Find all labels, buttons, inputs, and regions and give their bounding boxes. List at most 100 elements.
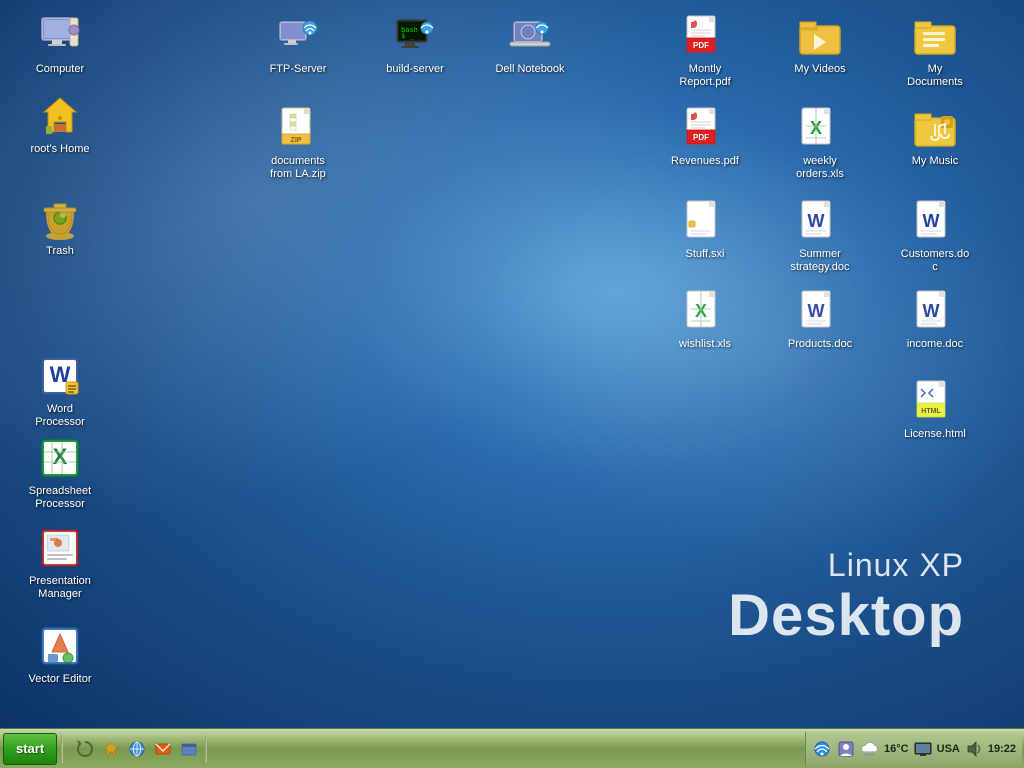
svg-text:PDF: PDF (693, 133, 709, 142)
icon-license-html[interactable]: HTML License.html (895, 373, 975, 445)
tray-volume-icon[interactable] (964, 739, 984, 759)
icon-label-build-server: build-server (386, 63, 443, 76)
icon-label-monthly-report: Montly Report.pdf (669, 63, 741, 89)
icon-img-word-processor: W (36, 352, 84, 400)
icon-label-word-processor: Word Processor (24, 403, 96, 429)
desktop: Linux XP Desktop Computer root's Home (0, 0, 1024, 728)
icon-my-documents[interactable]: My Documents (895, 8, 975, 93)
svg-text:W: W (808, 211, 825, 231)
icon-income-doc[interactable]: W income.doc (895, 283, 975, 355)
icon-label-vector-editor: Vector Editor (29, 673, 92, 686)
tray-country: USA (937, 743, 960, 755)
icon-wishlist-xls[interactable]: X wishlist.xls (665, 283, 745, 355)
tray-temperature: 16°C (884, 743, 909, 755)
tray-display-icon[interactable] (913, 739, 933, 759)
icon-img-my-videos (796, 12, 844, 60)
icon-label-my-videos: My Videos (794, 63, 845, 76)
icon-summer-strategy[interactable]: W Summer strategy.doc (780, 193, 860, 278)
icon-img-my-documents (911, 12, 959, 60)
icon-img-license-html: HTML (911, 377, 959, 425)
icon-label-roots-home: root's Home (31, 143, 90, 156)
icon-roots-home[interactable]: root's Home (20, 88, 100, 160)
icon-documents-zip[interactable]: ZIP documents from LA.zip (258, 100, 338, 185)
ql-window-icon[interactable] (177, 737, 201, 761)
icon-img-build-server: bash $ _ (391, 12, 439, 60)
icon-customers-doc[interactable]: W Customers.doc (895, 193, 975, 278)
icon-label-stuff-sxi: Stuff.sxi (686, 248, 725, 261)
ql-refresh-icon[interactable] (73, 737, 97, 761)
tray-user-icon[interactable] (836, 739, 856, 759)
icon-label-summer-strategy: Summer strategy.doc (784, 248, 856, 274)
taskbar-divider-1 (61, 735, 63, 763)
icon-img-spreadsheet-processor: X (36, 434, 84, 482)
icon-label-trash: Trash (46, 245, 74, 258)
quick-launch (73, 737, 201, 761)
icon-img-income-doc: W (911, 287, 959, 335)
icon-img-weekly-orders: X (796, 104, 844, 152)
icon-trash[interactable]: Trash (20, 190, 100, 262)
icon-presentation-manager[interactable]: Presentation Manager (20, 520, 100, 605)
icon-img-my-music (911, 104, 959, 152)
svg-text:W: W (808, 301, 825, 321)
svg-text:HTML: HTML (921, 408, 941, 415)
icon-label-documents-zip: documents from LA.zip (262, 155, 334, 181)
icon-ftp-server[interactable]: FTP-Server (258, 8, 338, 80)
ql-home-icon[interactable] (99, 737, 123, 761)
desktop-icons: Computer root's Home Trash W (0, 0, 1024, 728)
icon-label-ftp-server: FTP-Server (270, 63, 327, 76)
icon-label-presentation-manager: Presentation Manager (24, 575, 96, 601)
icon-label-revenues-pdf: Revenues.pdf (671, 155, 739, 168)
icon-products-doc[interactable]: W Products.doc (780, 283, 860, 355)
icon-monthly-report[interactable]: PDF Montly Report.pdf (665, 8, 745, 93)
icon-my-music[interactable]: My Music (895, 100, 975, 172)
icon-img-presentation-manager (36, 524, 84, 572)
icon-img-vector-editor (36, 622, 84, 670)
tray-time: 19:22 (988, 743, 1016, 755)
icon-label-income-doc: income.doc (907, 338, 963, 351)
icon-img-trash (36, 194, 84, 242)
system-tray: 16°C USA 19:22 (805, 732, 1022, 766)
icon-img-dell-notebook (506, 12, 554, 60)
svg-text:PDF: PDF (693, 41, 709, 50)
svg-text:W: W (923, 211, 940, 231)
tray-network-icon[interactable] (812, 739, 832, 759)
icon-label-products-doc: Products.doc (788, 338, 852, 351)
icon-label-spreadsheet-processor: Spreadsheet Processor (24, 485, 96, 511)
icon-label-dell-notebook: Dell Notebook (495, 63, 564, 76)
icon-vector-editor[interactable]: Vector Editor (20, 618, 100, 690)
icon-img-customers-doc: W (911, 197, 959, 245)
icon-label-my-music: My Music (912, 155, 958, 168)
ql-mail-icon[interactable] (151, 737, 175, 761)
icon-weekly-orders[interactable]: X weekly orders.xls (780, 100, 860, 185)
svg-text:ZIP: ZIP (291, 137, 302, 144)
icon-label-wishlist-xls: wishlist.xls (679, 338, 731, 351)
icon-label-my-documents: My Documents (899, 63, 971, 89)
icon-dell-notebook[interactable]: Dell Notebook (490, 8, 570, 80)
icon-revenues-pdf[interactable]: PDF Revenues.pdf (665, 100, 745, 172)
icon-build-server[interactable]: bash $ _ build-server (375, 8, 455, 80)
icon-img-summer-strategy: W (796, 197, 844, 245)
icon-computer[interactable]: Computer (20, 8, 100, 80)
icon-spreadsheet-processor[interactable]: X Spreadsheet Processor (20, 430, 100, 515)
ql-browser-icon[interactable] (125, 737, 149, 761)
icon-img-wishlist-xls: X (681, 287, 729, 335)
svg-text:W: W (923, 301, 940, 321)
taskbar: start 16°C (0, 728, 1024, 768)
icon-img-documents-zip: ZIP (274, 104, 322, 152)
icon-label-customers-doc: Customers.doc (899, 248, 971, 274)
icon-my-videos[interactable]: My Videos (780, 8, 860, 80)
icon-label-computer: Computer (36, 63, 84, 76)
icon-stuff-sxi[interactable]: Stuff.sxi (665, 193, 745, 265)
icon-img-monthly-report: PDF (681, 12, 729, 60)
start-button[interactable]: start (3, 733, 57, 765)
icon-word-processor[interactable]: W Word Processor (20, 348, 100, 433)
tray-weather-icon[interactable] (860, 739, 880, 759)
icon-img-revenues-pdf: PDF (681, 104, 729, 152)
svg-text:$ _: $ _ (401, 32, 414, 40)
icon-label-weekly-orders: weekly orders.xls (784, 155, 856, 181)
icon-label-license-html: License.html (904, 428, 966, 441)
taskbar-divider-2 (205, 735, 207, 763)
icon-img-roots-home (36, 92, 84, 140)
icon-img-stuff-sxi (681, 197, 729, 245)
svg-text:X: X (53, 444, 68, 469)
